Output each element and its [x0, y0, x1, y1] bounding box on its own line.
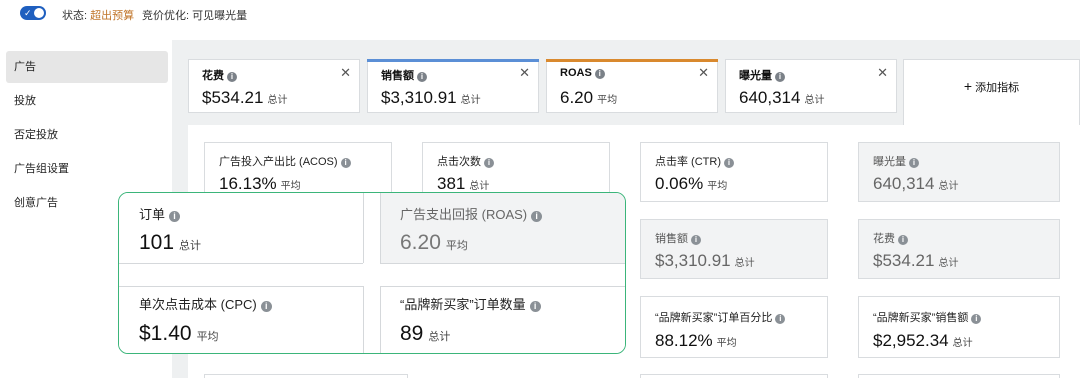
metric-card-partial: [640, 374, 828, 378]
metric-card-value: 89 总计: [400, 322, 451, 345]
metric-card-value: 88.12% 平均: [655, 331, 737, 350]
metric-card-label: 曝光量 i: [873, 153, 919, 169]
metric-card-label: 点击次数 i: [437, 153, 494, 169]
divider: [380, 263, 625, 264]
metric-card-cpc[interactable]: 单次点击成本 (CPC) i $1.40 平均: [119, 286, 363, 353]
metric-card-value: $1.40 平均: [139, 322, 219, 345]
info-icon: i: [227, 72, 237, 82]
info-icon: i: [169, 211, 181, 222]
metric-card-label: 订单 i: [139, 204, 181, 223]
divider: [119, 286, 363, 287]
metric-card-ntb-orders[interactable]: “品牌新买家”订单数量 i 89 总计: [380, 286, 625, 353]
metric-card-value: 640,314 总计: [873, 174, 959, 193]
metric-card-label: 广告支出回报 (ROAS) i: [400, 204, 543, 223]
close-icon[interactable]: ✕: [519, 65, 530, 81]
metric-card-sales[interactable]: 销售额 i $3,310.91 总计: [640, 219, 828, 279]
metric-card-partial: [858, 374, 1060, 378]
metric-card-label: 花费 i: [873, 230, 908, 246]
sidebar-item-ads[interactable]: 广告: [6, 51, 168, 83]
info-icon: i: [724, 158, 734, 168]
info-icon: i: [909, 158, 919, 168]
divider: [380, 286, 625, 287]
metric-tab-roas[interactable]: ROAS i ✕ 6.20 平均: [546, 59, 718, 113]
close-icon[interactable]: ✕: [698, 65, 709, 81]
info-icon: i: [340, 158, 351, 168]
metric-card-label: “品牌新买家”销售额 i: [873, 309, 982, 325]
metric-tab-value: $534.21 总计: [202, 88, 288, 107]
metric-card-value: 16.13% 平均: [219, 174, 301, 193]
sidebar-item-negative-targeting[interactable]: 否定投放: [6, 119, 168, 151]
add-metric-button[interactable]: + 添加指标: [903, 59, 1080, 125]
add-metric-label: 添加指标: [975, 82, 1020, 94]
metric-card-impressions[interactable]: 曝光量 i 640,314 总计: [858, 142, 1060, 202]
metric-card-ntb-sales[interactable]: “品牌新买家”销售额 i $2,952.34 总计: [858, 296, 1060, 358]
divider: [119, 263, 363, 264]
info-icon: i: [971, 314, 982, 324]
metric-tab-label: 曝光量 i: [739, 67, 785, 83]
sidebar-item-ad-group-settings[interactable]: 广告组设置: [6, 153, 168, 185]
metric-card-ctr[interactable]: 点击率 (CTR) i 0.06% 平均: [640, 142, 828, 202]
plus-icon: +: [963, 78, 973, 94]
divider: [380, 286, 381, 353]
divider: [380, 193, 381, 263]
metric-card-label: “品牌新买家”订单百分比 i: [655, 309, 786, 325]
metric-tab-sales[interactable]: 销售额 i ✕ $3,310.91 总计: [367, 59, 539, 113]
bid-optimization-text: 竞价优化: 可见曝光量: [142, 10, 248, 22]
metric-card-spend[interactable]: 花费 i $534.21 总计: [858, 219, 1060, 279]
metric-card-value: $2,952.34 总计: [873, 331, 973, 350]
info-icon: i: [531, 211, 543, 222]
metric-card-orders[interactable]: 订单 i 101 总计: [119, 193, 363, 263]
info-icon: i: [484, 158, 494, 168]
metric-card-value: $3,310.91 总计: [655, 251, 755, 270]
metric-tab-value: $3,310.91 总计: [381, 88, 481, 107]
info-icon: i: [260, 301, 272, 312]
status-text: 状态: 超出预算: [62, 7, 134, 23]
metric-card-value: 381 总计: [437, 174, 490, 193]
info-icon: i: [898, 235, 908, 245]
metric-card-label: 销售额 i: [655, 230, 701, 246]
metric-tab-value: 640,314 总计: [739, 88, 825, 107]
metric-tab-impressions[interactable]: 曝光量 i ✕ 640,314 总计: [725, 59, 897, 113]
metric-tab-label: 销售额 i: [381, 67, 427, 83]
metric-card-value: 0.06% 平均: [655, 174, 728, 193]
metric-card-label: 广告投入产出比 (ACOS) i: [219, 153, 351, 169]
info-icon: i: [594, 69, 605, 79]
campaign-toggle[interactable]: ✓: [20, 6, 46, 20]
metric-tab-label: ROAS i: [560, 67, 605, 79]
info-icon: i: [417, 72, 427, 82]
metric-card-ntb-order-pct[interactable]: “品牌新买家”订单百分比 i 88.12% 平均: [640, 296, 828, 358]
metric-card-partial: [204, 374, 408, 378]
metric-tab-value: 6.20 平均: [560, 88, 618, 107]
metric-card-value: 101 总计: [139, 231, 202, 254]
status-value: 超出预算: [90, 10, 135, 22]
metric-tab-accent: [367, 59, 539, 62]
status-label: 状态:: [62, 10, 91, 22]
highlighted-metrics-callout: 订单 i 101 总计 广告支出回报 (ROAS) i 6.20 平均 单次点击成本 (…: [118, 192, 626, 354]
campaign-status-bar: ✓ 状态: 超出预算 竞价优化: 可见曝光量: [0, 0, 1080, 28]
info-icon: i: [775, 72, 785, 82]
metric-card-label: “品牌新买家”订单数量 i: [400, 294, 541, 313]
check-icon: ✓: [24, 8, 32, 18]
metric-card-value: $534.21 总计: [873, 251, 959, 270]
divider: [363, 286, 364, 353]
metric-tab-accent: [546, 59, 718, 62]
info-icon: i: [529, 301, 541, 312]
sidebar-item-targeting[interactable]: 投放: [6, 85, 168, 117]
metric-card-roas[interactable]: 广告支出回报 (ROAS) i 6.20 平均: [380, 193, 625, 263]
metric-tab-spend[interactable]: 花费 i ✕ $534.21 总计: [188, 59, 360, 113]
close-icon[interactable]: ✕: [340, 65, 351, 81]
divider: [363, 193, 364, 263]
info-icon: i: [691, 235, 701, 245]
info-icon: i: [775, 314, 786, 324]
metric-card-label: 点击率 (CTR) i: [655, 153, 734, 169]
close-icon[interactable]: ✕: [877, 65, 888, 81]
metric-tab-label: 花费 i: [202, 67, 237, 83]
toggle-knob: [34, 8, 44, 18]
metric-card-label: 单次点击成本 (CPC) i: [139, 294, 272, 313]
metric-card-value: 6.20 平均: [400, 231, 468, 254]
